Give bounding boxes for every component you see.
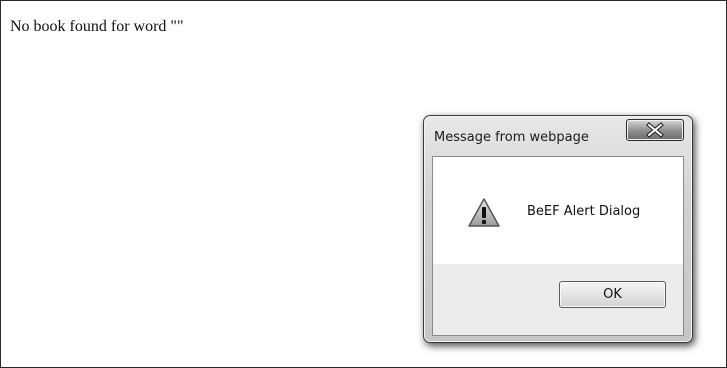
alert-dialog: Message from webpage BeEF Alert Dialog O…: [423, 115, 693, 343]
close-button[interactable]: [626, 119, 684, 141]
ok-button[interactable]: OK: [559, 281, 666, 308]
warning-icon: [468, 198, 500, 227]
dialog-body: BeEF Alert Dialog OK: [432, 156, 684, 336]
dialog-content: BeEF Alert Dialog: [433, 157, 683, 264]
dialog-titlebar[interactable]: Message from webpage: [424, 116, 692, 149]
dialog-message: BeEF Alert Dialog: [527, 204, 641, 219]
dialog-title: Message from webpage: [434, 130, 589, 145]
close-icon: [646, 122, 664, 138]
page-message: No book found for word "": [10, 18, 184, 35]
